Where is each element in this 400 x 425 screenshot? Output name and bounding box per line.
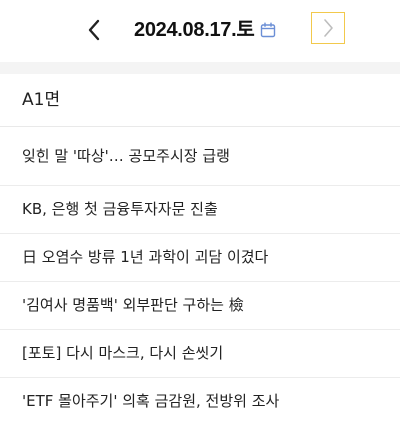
chevron-right-icon xyxy=(324,19,333,37)
next-date-button[interactable] xyxy=(311,12,345,44)
previous-date-button[interactable] xyxy=(80,14,108,46)
article-item[interactable]: 잊힌 말 '따상'… 공모주시장 급랭 xyxy=(0,127,400,186)
article-list: 잊힌 말 '따상'… 공모주시장 급랭 KB, 은행 첫 금융투자자문 진출 日… xyxy=(0,127,400,425)
article-item[interactable]: 'ETF 몰아주기' 의혹 금감원, 전방위 조사 xyxy=(0,378,400,425)
date-navigation-header: 2024.08.17.토 xyxy=(0,0,400,62)
section-divider xyxy=(0,62,400,74)
calendar-icon xyxy=(261,22,276,38)
current-date: 2024.08.17.토 xyxy=(134,19,255,41)
date-selector[interactable]: 2024.08.17.토 xyxy=(134,16,276,44)
article-item[interactable]: [포토] 다시 마스크, 다시 손씻기 xyxy=(0,330,400,378)
article-item[interactable]: KB, 은행 첫 금융투자자문 진출 xyxy=(0,186,400,234)
article-item[interactable]: '김여사 명품백' 외부판단 구하는 檢 xyxy=(0,282,400,330)
article-item[interactable]: 日 오염수 방류 1년 과학이 괴담 이겼다 xyxy=(0,234,400,282)
chevron-left-icon xyxy=(88,19,100,41)
section-title: A1면 xyxy=(0,74,400,127)
